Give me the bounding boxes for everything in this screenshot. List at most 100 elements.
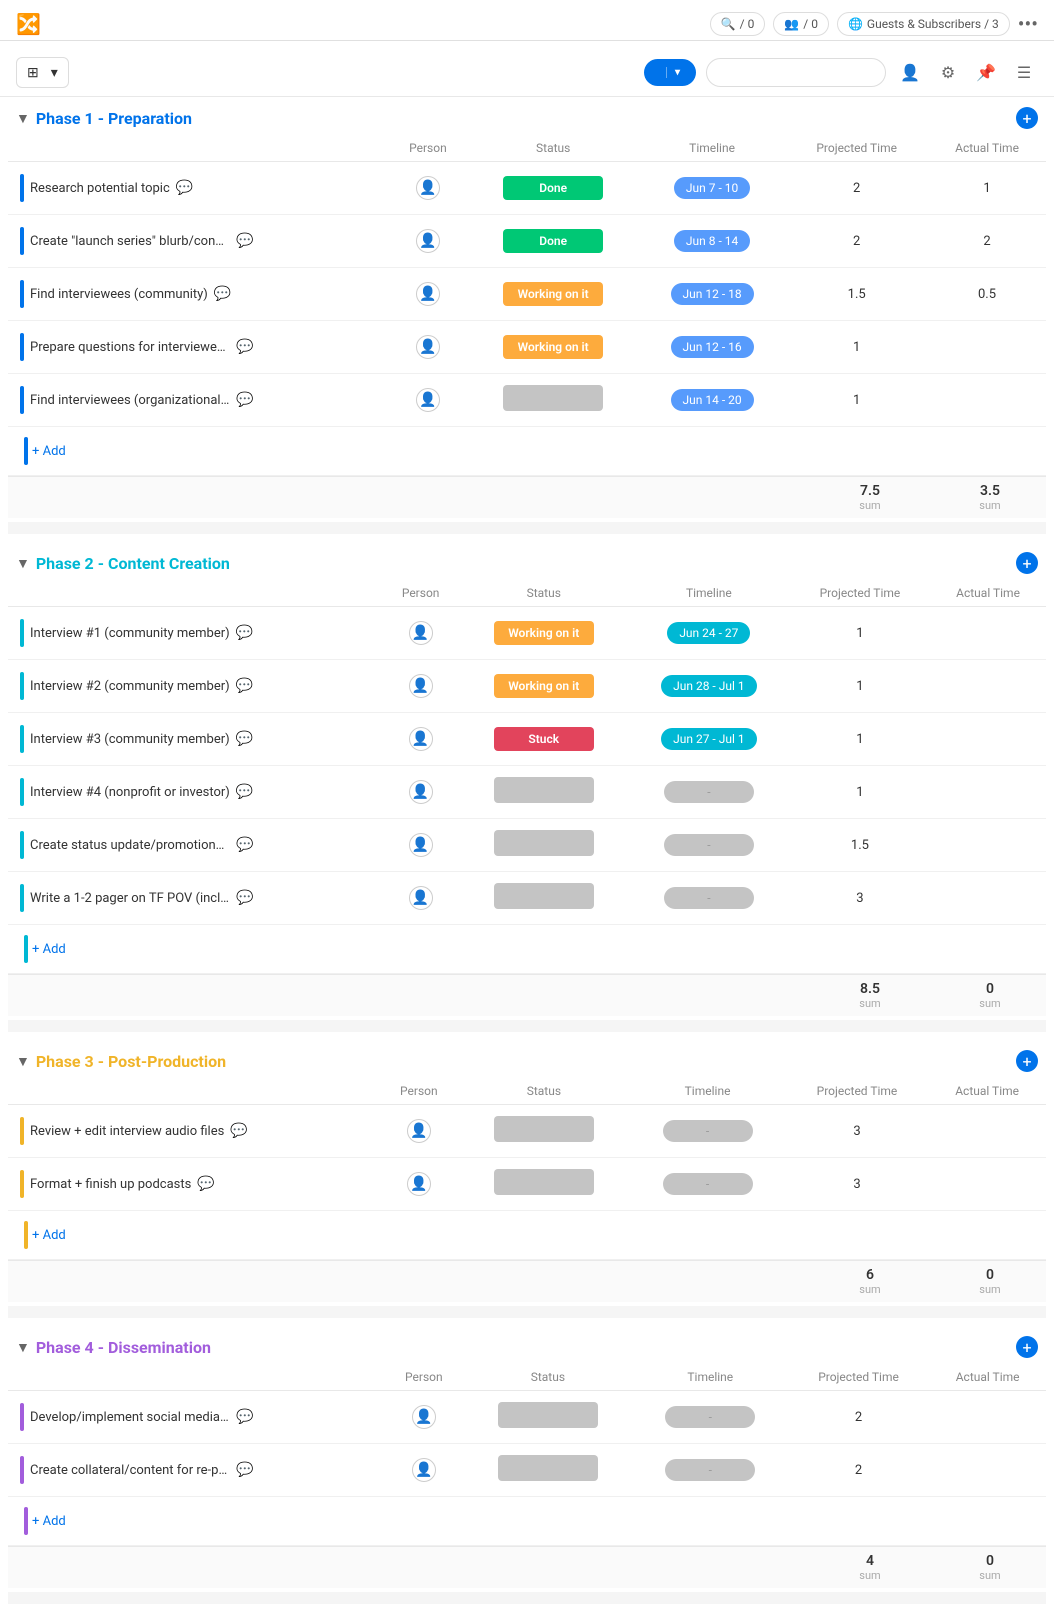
projected-time: 1 — [785, 321, 928, 374]
color-bar — [20, 386, 24, 414]
comment-icon[interactable]: 💬 — [236, 339, 253, 355]
table-row: Find interviewees (organizational/invest… — [8, 374, 1046, 427]
avatar[interactable]: 👤 — [416, 388, 440, 412]
color-bar — [20, 333, 24, 361]
add-row[interactable]: + Add — [8, 1497, 1046, 1546]
phase-title[interactable]: Phase 2 - Content Creation — [36, 554, 230, 573]
filter-icon[interactable]: ☰ — [1010, 59, 1038, 87]
phase-toggle-icon[interactable]: ▼ — [16, 555, 30, 572]
actual-time — [930, 766, 1046, 819]
guests-badge[interactable]: 🌐 Guests & Subscribers / 3 — [837, 12, 1010, 36]
avatar[interactable]: 👤 — [412, 1405, 436, 1429]
row-name-text: Format + finish up podcasts — [30, 1177, 191, 1192]
comment-icon[interactable]: 💬 — [236, 392, 253, 408]
phase-add-button[interactable]: + — [1016, 1336, 1038, 1358]
comment-icon[interactable]: 💬 — [236, 678, 253, 694]
users-badge[interactable]: 👥 / 0 — [773, 12, 829, 36]
actual-sum: 0 sum — [950, 1553, 1030, 1582]
projected-time: 1 — [785, 374, 928, 427]
col-name — [8, 1078, 379, 1105]
col-header: Status — [460, 580, 628, 607]
add-label[interactable]: + Add — [32, 942, 66, 957]
add-row[interactable]: + Add — [8, 1211, 1046, 1260]
phase-add-button[interactable]: + — [1016, 552, 1038, 574]
color-bar — [20, 280, 24, 308]
avatar[interactable]: 👤 — [407, 1172, 431, 1196]
comment-icon[interactable]: 💬 — [236, 233, 253, 249]
phase-title[interactable]: Phase 3 - Post-Production — [36, 1052, 226, 1071]
settings-icon[interactable]: ⚙ — [934, 59, 962, 87]
actual-time: 2 — [928, 215, 1046, 268]
add-label[interactable]: + Add — [32, 444, 66, 459]
add-label[interactable]: + Add — [32, 1228, 66, 1243]
phase-toggle-icon[interactable]: ▼ — [16, 110, 30, 127]
phase-add-button[interactable]: + — [1016, 107, 1038, 129]
comment-icon[interactable]: 💬 — [236, 731, 253, 747]
avatar[interactable]: 👤 — [416, 229, 440, 253]
comment-icon[interactable]: 💬 — [236, 890, 253, 906]
avatar[interactable]: 👤 — [409, 886, 433, 910]
avatar[interactable]: 👤 — [409, 833, 433, 857]
phase-title[interactable]: Phase 4 - Dissemination — [36, 1338, 211, 1357]
table-row: Find interviewees (community) 💬 👤 Workin… — [8, 268, 1046, 321]
more-options-icon[interactable]: ••• — [1018, 12, 1038, 36]
add-row[interactable]: + Add — [8, 925, 1046, 974]
new-item-button[interactable]: ▾ — [644, 59, 696, 86]
phase-section-phase1: ▼ Phase 1 - Preparation + PersonStatusTi… — [8, 97, 1046, 534]
color-bar — [20, 884, 24, 912]
comment-icon[interactable]: 💬 — [236, 837, 253, 853]
add-row[interactable]: + Add — [8, 427, 1046, 476]
actual-time: 0.5 — [928, 268, 1046, 321]
actual-time — [928, 1158, 1046, 1211]
guests-label: Guests & Subscribers / 3 — [867, 17, 999, 31]
avatar[interactable]: 👤 — [416, 176, 440, 200]
phase-add-button[interactable]: + — [1016, 1050, 1038, 1072]
avatar[interactable]: 👤 — [409, 674, 433, 698]
account-icon[interactable]: 👤 — [896, 59, 924, 87]
phase-header-phase3: ▼ Phase 3 - Post-Production + — [8, 1040, 1046, 1078]
comment-icon[interactable]: 💬 — [236, 625, 253, 641]
comment-icon[interactable]: 💬 — [230, 1123, 247, 1139]
avatar[interactable]: 👤 — [409, 780, 433, 804]
color-bar — [20, 778, 24, 806]
color-bar — [20, 831, 24, 859]
actual-time: 1 — [928, 162, 1046, 215]
comment-icon[interactable]: 💬 — [176, 180, 193, 196]
avatar[interactable]: 👤 — [409, 621, 433, 645]
app-header: 🔀 🔍 / 0 👥 / 0 🌐 Guests & Subscribers / 3… — [0, 0, 1054, 49]
main-table-button[interactable]: ⊞ ▾ — [16, 57, 69, 88]
color-bar — [20, 1456, 24, 1484]
comment-icon[interactable]: 💬 — [236, 1409, 253, 1425]
phase-title[interactable]: Phase 1 - Preparation — [36, 109, 192, 128]
col-name — [8, 1364, 385, 1391]
phase-toggle-icon[interactable]: ▼ — [16, 1339, 30, 1356]
projected-sum: 6 sum — [830, 1267, 910, 1296]
comment-icon[interactable]: 💬 — [236, 784, 253, 800]
avatar[interactable]: 👤 — [416, 282, 440, 306]
col-header: Actual Time — [929, 1364, 1046, 1391]
comment-icon[interactable]: 💬 — [214, 286, 231, 302]
avatar[interactable]: 👤 — [416, 335, 440, 359]
add-label[interactable]: + Add — [32, 1514, 66, 1529]
phase-toggle-icon[interactable]: ▼ — [16, 1053, 30, 1070]
table-row: Interview #3 (community member) 💬 👤 Stuc… — [8, 713, 1046, 766]
search-badge[interactable]: 🔍 / 0 — [710, 12, 766, 36]
actual-time — [928, 1105, 1046, 1158]
table-row: Develop/implement social media strategy … — [8, 1391, 1046, 1444]
col-header: Status — [463, 1364, 633, 1391]
comment-icon[interactable]: 💬 — [197, 1176, 214, 1192]
phase-section-phase3: ▼ Phase 3 - Post-Production + PersonStat… — [8, 1040, 1046, 1318]
row-name-text: Create status update/promotional blurb..… — [30, 838, 230, 853]
summary-row: 8.5 sum 0 sum — [8, 974, 1046, 1016]
avatar[interactable]: 👤 — [407, 1119, 431, 1143]
projected-time: 2 — [785, 162, 928, 215]
avatar[interactable]: 👤 — [409, 727, 433, 751]
avatar[interactable]: 👤 — [412, 1458, 436, 1482]
pin-icon[interactable]: 📌 — [972, 59, 1000, 87]
projected-time: 3 — [786, 1158, 929, 1211]
actual-time — [930, 872, 1046, 925]
comment-icon[interactable]: 💬 — [236, 1462, 253, 1478]
search-input[interactable] — [706, 58, 886, 87]
projected-time: 1.5 — [785, 268, 928, 321]
col-header: Actual Time — [928, 1078, 1046, 1105]
